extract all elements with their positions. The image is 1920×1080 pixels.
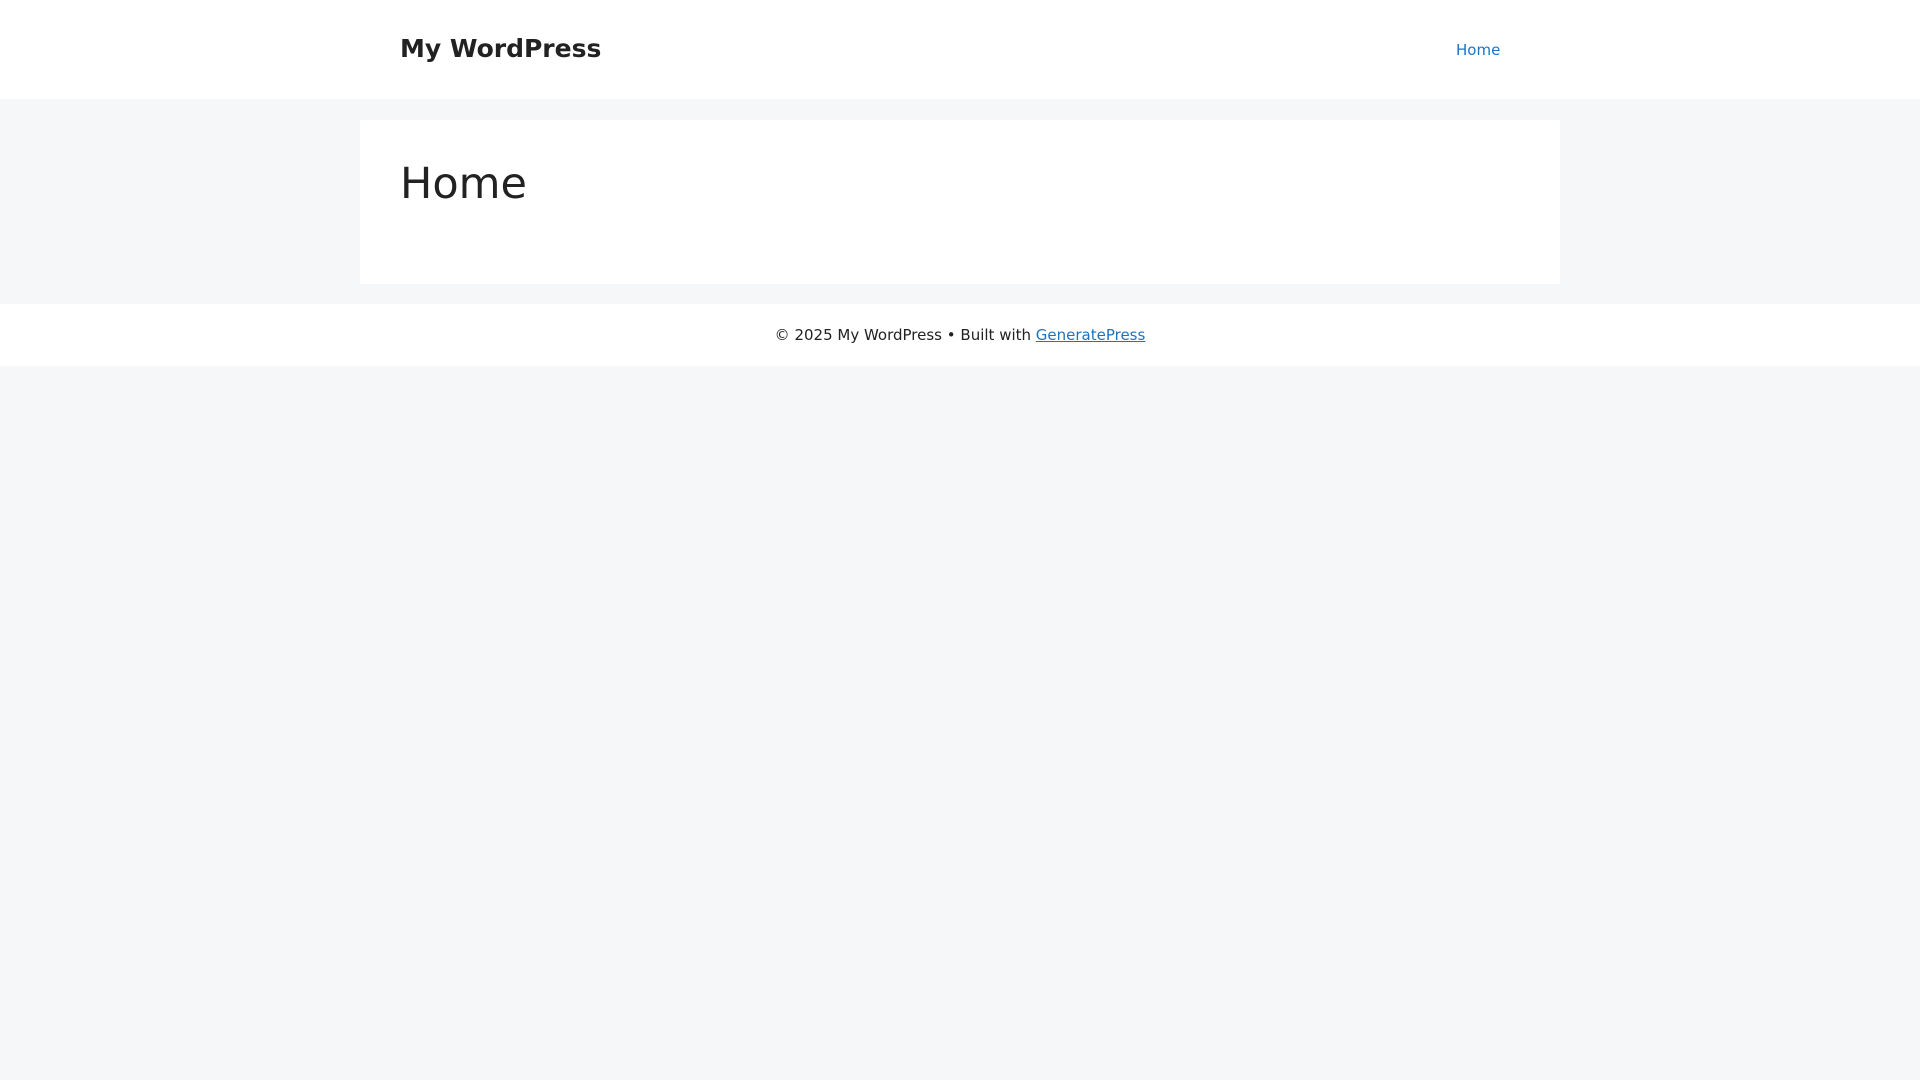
footer-separator: • — [942, 326, 961, 344]
site-title-link[interactable]: My WordPress — [400, 32, 601, 66]
footer-copyright: © 2025 My WordPress — [774, 326, 943, 344]
nav-item-home[interactable]: Home — [1456, 39, 1500, 61]
site-footer: © 2025 My WordPress • Built with Generat… — [0, 304, 1920, 366]
footer-built-with: Built with — [960, 326, 1036, 344]
generatepress-link[interactable]: GeneratePress — [1036, 326, 1146, 344]
content-card: Home — [360, 120, 1560, 284]
page-title: Home — [400, 159, 527, 209]
footer-credits: © 2025 My WordPress • Built with Generat… — [0, 324, 1920, 346]
site-header: My WordPress Home — [0, 0, 1920, 99]
